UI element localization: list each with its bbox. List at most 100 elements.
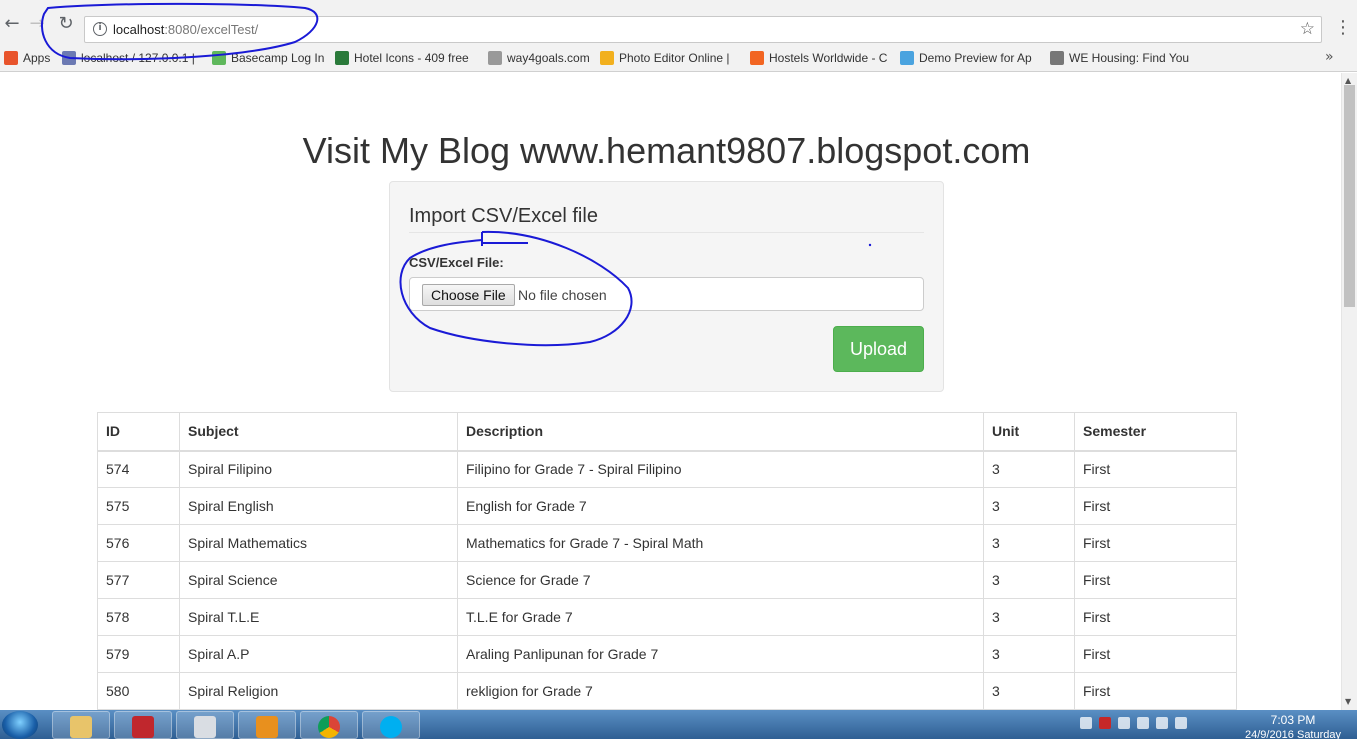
clock-date[interactable]: 24/9/2016 Saturday [1233,729,1353,739]
filezilla-taskbar-button[interactable] [114,711,172,739]
column-header: ID [97,412,180,452]
table-cell: Spiral Religion [179,672,458,710]
table-cell: First [1074,598,1237,636]
bookmark-item[interactable]: WE Housing: Find You [1050,50,1189,66]
url-text[interactable]: localhost:8080/excelTest/ [113,22,258,37]
windows-taskbar: 7:03 PM 24/9/2016 Saturday [0,710,1357,739]
browser-toolbar: ← → ↻ i localhost:8080/excelTest/ ☆ ⋮ [0,0,1357,45]
bookmark-favicon-icon [900,51,914,65]
bookmark-item[interactable]: Basecamp Log In [212,50,324,66]
upload-button[interactable]: Upload [833,326,924,372]
bookmark-label: Hostels Worldwide - C [769,51,888,65]
system-tray[interactable] [1080,716,1230,734]
scissors-icon [194,716,216,738]
bookmark-label: Basecamp Log In [231,51,325,65]
column-header: Description [457,412,984,452]
page-title: Visit My Blog www.hemant9807.blogspot.co… [302,130,1031,171]
file-status-text: No file chosen [518,287,607,303]
table-header-row: ID Subject Description Unit Semester [97,412,1237,452]
bookmark-favicon-icon [335,51,349,65]
table-cell: Science for Grade 7 [457,561,984,599]
choose-file-button[interactable]: Choose File [422,284,515,306]
bookmark-item[interactable]: Photo Editor Online | [600,50,730,66]
table-cell: 579 [97,635,180,673]
table-cell: T.L.E for Grade 7 [457,598,984,636]
vertical-scrollbar[interactable]: ▲ ▼ [1341,73,1357,710]
network-icon[interactable] [1118,717,1130,729]
outlook-taskbar-button[interactable] [238,711,296,739]
folder-icon [70,716,92,738]
bookmark-item[interactable]: way4goals.com [488,50,590,66]
table-cell: 3 [983,635,1075,673]
table-row: 574 Spiral Filipino Filipino for Grade 7 -… [97,450,1237,488]
table-cell: First [1074,487,1237,525]
explorer-taskbar-button[interactable] [52,711,110,739]
volume-icon[interactable] [1175,717,1187,729]
table-cell: First [1074,672,1237,710]
bookmark-item[interactable]: Hostels Worldwide - C [750,50,887,66]
table-cell: 3 [983,450,1075,488]
import-panel: Import CSV/Excel file CSV/Excel File: Ch… [389,181,944,392]
bookmark-item[interactable]: localhost / 127.0.0.1 | [62,50,195,66]
bookmark-label: localhost / 127.0.0.1 | [81,51,195,65]
table-row: 575 Spiral English English for Grade 7 3 Fir… [97,487,1237,525]
bookmarks-bar: Apps localhost / 127.0.0.1 | Basecamp Log … [0,45,1357,72]
bookmark-favicon-icon [1050,51,1064,65]
acrobat-icon[interactable] [1099,717,1111,729]
table-cell: First [1074,561,1237,599]
table-cell: rekligion for Grade 7 [457,672,984,710]
column-header: Unit [983,412,1075,452]
bookmark-label: Demo Preview for Ap [919,51,1032,65]
table-cell: Spiral A.P [179,635,458,673]
table-cell: First [1074,635,1237,673]
table-cell: Mathematics for Grade 7 - Spiral Math [457,524,984,562]
bookmark-favicon-icon [62,51,76,65]
bookmark-item[interactable]: Demo Preview for Ap [900,50,1032,66]
table-cell: Spiral Filipino [179,450,458,488]
bookmark-item[interactable]: Hotel Icons - 409 free [335,50,469,66]
bookmark-star-icon[interactable]: ☆ [1300,19,1315,39]
bookmark-label: way4goals.com [507,51,590,65]
subjects-table: ID Subject Description Unit Semester 574… [97,412,1237,710]
table-cell: 3 [983,524,1075,562]
table-row: 580 Spiral Religion rekligion for Grade 73… [97,672,1237,710]
table-cell: Spiral Mathematics [179,524,458,562]
signal-icon[interactable] [1137,717,1149,729]
table-cell: Araling Panlipunan for Grade 7 [457,635,984,673]
scroll-thumb[interactable] [1344,85,1355,307]
scroll-up-icon[interactable]: ▲ [1345,76,1351,85]
forward-icon[interactable]: → [27,14,47,34]
reload-icon[interactable]: ↻ [56,14,76,34]
page-content: Visit My Blog www.hemant9807.blogspot.co… [0,73,1341,710]
snipping-taskbar-button[interactable] [176,711,234,739]
table-cell: 577 [97,561,180,599]
skype-icon [380,716,402,738]
table-cell: Spiral English [179,487,458,525]
skype-taskbar-button[interactable] [362,711,420,739]
tray-arrow-icon[interactable] [1080,717,1092,729]
address-bar[interactable]: i localhost:8080/excelTest/ ☆ [84,16,1322,43]
bookmark-favicon-icon [212,51,226,65]
browser-menu-icon[interactable]: ⋮ [1334,17,1352,38]
bookmark-item[interactable]: Apps [4,50,50,66]
start-button-icon[interactable] [2,711,38,739]
clock-time[interactable]: 7:03 PM [1233,713,1353,727]
table-cell: 574 [97,450,180,488]
back-icon[interactable]: ← [2,14,22,34]
table-row: 579 Spiral A.P Araling Panlipunan for Grad… [97,635,1237,673]
chrome-taskbar-button[interactable] [300,711,358,739]
table-cell: Filipino for Grade 7 - Spiral Filipino [457,450,984,488]
bookmark-favicon-icon [750,51,764,65]
more-bookmarks-icon[interactable]: » [1325,49,1334,65]
bookmark-label: WE Housing: Find You [1069,51,1190,65]
table-cell: First [1074,450,1237,488]
power-icon[interactable] [1156,717,1168,729]
scroll-down-icon[interactable]: ▼ [1345,697,1351,706]
bookmark-label: Apps [23,51,51,65]
bookmark-label: Hotel Icons - 409 free [354,51,469,65]
bookmark-favicon-icon [488,51,502,65]
file-input[interactable]: Choose File No file chosen [409,277,924,311]
bookmark-label: Photo Editor Online | [619,51,730,65]
info-icon[interactable]: i [93,22,107,36]
column-header: Subject [179,412,458,452]
